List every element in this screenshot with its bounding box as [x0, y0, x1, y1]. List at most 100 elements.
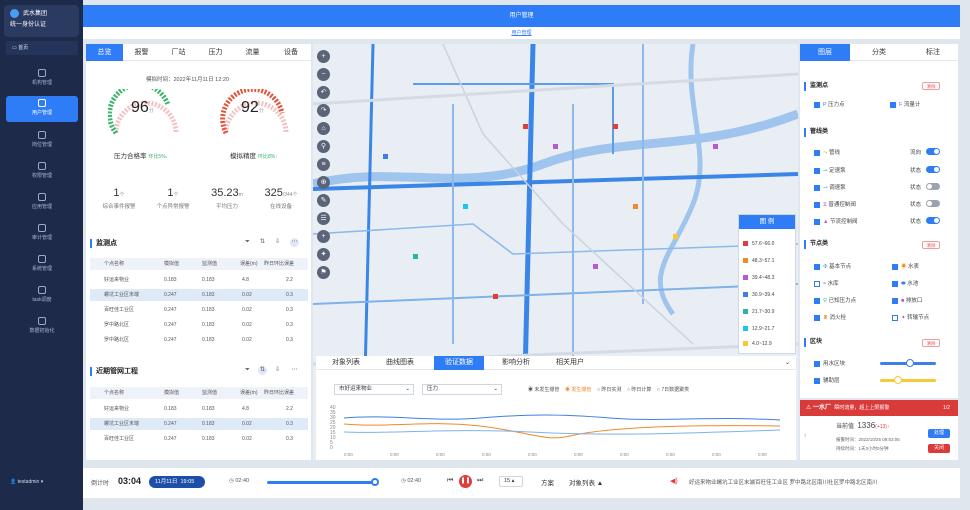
tab-layers[interactable]: 图层 [800, 44, 850, 61]
measure-icon[interactable]: ⊕ [317, 176, 330, 189]
locate-icon[interactable]: ✦ [317, 248, 330, 261]
redo-icon[interactable]: ↷ [317, 104, 330, 117]
tab-station[interactable]: 厂站 [160, 44, 197, 61]
status-toggle[interactable] [926, 166, 940, 173]
checkbox[interactable] [892, 263, 898, 270]
layer-item[interactable]: ≈ 水库 [814, 279, 839, 287]
sidebar-item-task[interactable]: task调度 [6, 283, 78, 309]
layer-item[interactable]: ◉ 水表 [892, 262, 919, 270]
close-button[interactable]: 关闭 [928, 444, 950, 453]
layer-item[interactable]: ✣ 基本节点 [814, 262, 851, 270]
checkbox[interactable] [814, 218, 820, 225]
layer-item[interactable]: 用水区块 [814, 359, 845, 367]
radio-burst[interactable]: ◉ 发生爆管 [565, 387, 591, 393]
checkbox[interactable] [814, 360, 820, 367]
tab-curve-chart[interactable]: 曲线图表 [378, 356, 422, 370]
flow-direction-toggle[interactable] [926, 148, 940, 155]
radio-calculated[interactable]: ○ 昨日计算 [627, 387, 651, 393]
checkbox[interactable] [814, 280, 820, 287]
layer-item[interactable]: ⊸ 定速泵 [814, 166, 846, 174]
checkbox[interactable] [892, 314, 898, 321]
checkbox[interactable] [892, 297, 898, 304]
filter-icon[interactable]: ⏷ [243, 366, 252, 375]
clear-button[interactable]: 清除 [922, 241, 940, 249]
sidebar-item-perms[interactable]: 权限管理 [6, 159, 78, 185]
tab-annotation[interactable]: 标注 [908, 44, 958, 61]
tab-impact[interactable]: 影响分析 [494, 356, 538, 370]
status-toggle[interactable] [926, 183, 940, 190]
step-forward-icon[interactable]: ⏭ [477, 477, 483, 485]
layer-item[interactable]: ⬬ 水池 [892, 279, 918, 288]
export-icon[interactable]: ⇩ [273, 366, 282, 375]
status-toggle[interactable] [926, 200, 940, 207]
table-row[interactable]: 罗中路北区 0.247 0.183 0.02 0.3 [90, 334, 308, 346]
tab-object-list[interactable]: 对象列表 [324, 356, 368, 370]
table-row[interactable]: 百旺佳工业区 0.247 0.183 0.02 0.3 [90, 304, 308, 316]
layer-item[interactable]: ⤳ 管线 [814, 148, 840, 157]
slider-handle[interactable] [906, 359, 914, 367]
checkbox[interactable] [814, 377, 820, 384]
zoom-out-icon[interactable]: − [317, 68, 330, 81]
checkbox[interactable] [814, 297, 820, 304]
table-row[interactable]: 好运来物业 0.183 0.183 4.8 2.2 [90, 274, 308, 286]
step-back-icon[interactable]: ⏮ [447, 477, 453, 485]
search-icon[interactable]: ⚲ [317, 140, 330, 153]
checkbox[interactable] [892, 280, 898, 287]
sidebar-item-system[interactable]: 系统管理 [6, 252, 78, 278]
handle-button[interactable]: 处理 [928, 429, 950, 438]
table-row[interactable]: 螺坑工业区末端 0.247 0.183 0.02 0.3 [90, 418, 308, 430]
undo-icon[interactable]: ↶ [317, 86, 330, 99]
sidebar-item-audit[interactable]: 审计管理 [6, 221, 78, 247]
more-icon[interactable]: ⋯ [290, 366, 299, 375]
add-icon[interactable]: + [317, 230, 330, 243]
layer-item[interactable]: ✦ 转输节点 [892, 313, 929, 321]
sidebar-home[interactable]: ▭ 首页 [6, 41, 78, 55]
zoom-in-icon[interactable]: + [317, 50, 330, 63]
tab-alarm[interactable]: 报警 [123, 44, 160, 61]
more-icon[interactable]: ⋯ [290, 238, 299, 247]
tab-overview[interactable]: 总览 [86, 44, 123, 61]
object-list-button[interactable]: 对象列表 ▲ [569, 477, 603, 487]
tab-device[interactable]: 设备 [271, 44, 311, 61]
sidebar-item-posts[interactable]: 岗位管理 [6, 128, 78, 154]
filter-icon[interactable]: ⏷ [243, 238, 252, 247]
sidebar-item-users[interactable]: 用户管理 [6, 96, 78, 122]
slider-handle[interactable] [894, 376, 902, 384]
layer-item[interactable]: ■ 排放口 [892, 296, 922, 304]
home-icon[interactable]: ⌂ [317, 122, 330, 135]
tab-flow[interactable]: 流量 [234, 44, 271, 61]
checkbox[interactable] [814, 314, 820, 321]
layer-item[interactable]: P 压力点 [814, 100, 845, 108]
layer-item[interactable]: ⚲ 已知压力点 [814, 296, 856, 304]
tab-category[interactable]: 分类 [854, 44, 904, 61]
user-menu[interactable]: 👤 testadmin ▾ [10, 479, 43, 485]
timeline-track[interactable] [267, 481, 377, 484]
layer-item[interactable]: ⊸ 调速泵 [814, 183, 846, 191]
checkbox[interactable] [814, 149, 820, 156]
layer-item[interactable]: 辅助层 [814, 376, 840, 384]
export-icon[interactable]: ⇩ [273, 238, 282, 247]
checkbox[interactable] [814, 101, 820, 108]
radio-no-burst[interactable]: ◉ 未发生爆管 [528, 387, 559, 393]
sidebar-item-init[interactable]: 数据初始化 [6, 314, 78, 340]
checkbox[interactable] [814, 263, 820, 270]
table-row[interactable]: 罗中路北区 0.247 0.183 0.02 0.3 [90, 319, 308, 331]
layer-item[interactable]: F 流量计 [890, 100, 920, 108]
breadcrumb-item[interactable]: 用户管理 [511, 30, 531, 36]
radio-measured[interactable]: ○ 昨日实测 [597, 387, 621, 393]
checkbox[interactable] [814, 201, 820, 208]
speed-select[interactable]: 15 ▴ [499, 476, 523, 487]
pause-icon[interactable]: ❚❚ [459, 475, 472, 488]
list-icon[interactable]: ☰ [317, 212, 330, 225]
plan-button[interactable]: 方案 [541, 477, 554, 487]
edit-icon[interactable]: ✎ [317, 194, 330, 207]
tab-verify-data[interactable]: 验证数据 [434, 356, 484, 370]
table-row[interactable]: 好运来物业 0.183 0.183 4.8 2.2 [90, 403, 308, 415]
sort-icon[interactable]: ⇅ [258, 366, 267, 375]
datetime-badge[interactable]: 11月11日 19:05 [149, 476, 205, 488]
radio-cluster[interactable]: ○ 7日数据聚类 [657, 387, 689, 393]
layers-icon[interactable]: ≡ [317, 158, 330, 171]
checkbox[interactable] [814, 184, 820, 191]
opacity-slider[interactable] [880, 379, 936, 382]
tab-pressure[interactable]: 压力 [197, 44, 234, 61]
